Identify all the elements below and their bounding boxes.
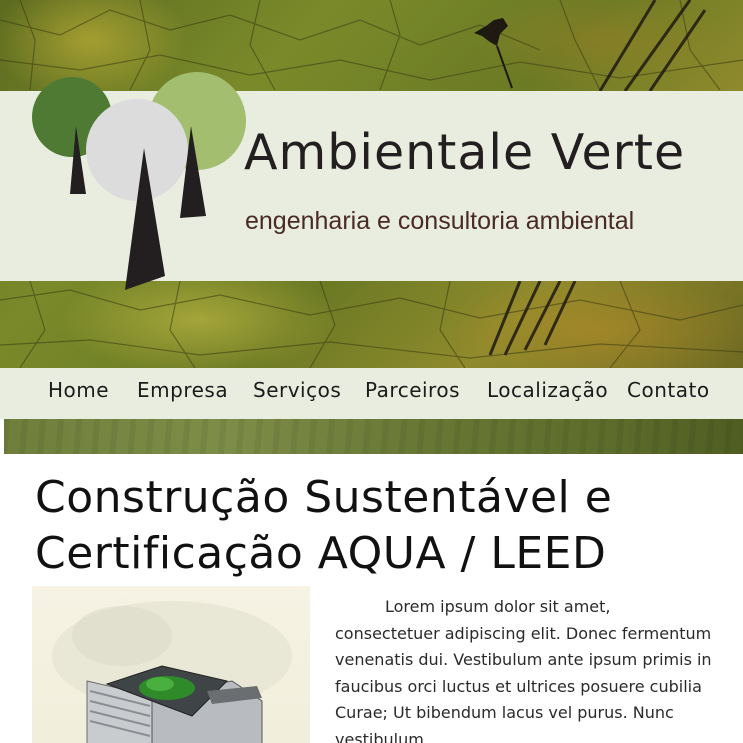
- page-title: Construção Sustentável e Certificação AQ…: [35, 472, 613, 579]
- nav-item-empresa[interactable]: Empresa: [137, 378, 228, 402]
- trees-logo-icon: [32, 72, 246, 290]
- brand-tagline: engenharia e consultoria ambiental: [245, 207, 635, 235]
- bird-icon: [474, 18, 513, 89]
- building-illustration-image: [32, 586, 310, 743]
- brand-name: Ambientale Verte: [244, 124, 686, 181]
- article-body: Lorem ipsum dolor sit amet, consectetuer…: [335, 597, 712, 743]
- article-body-text: Lorem ipsum dolor sit amet, consectetuer…: [335, 594, 715, 743]
- site-header: Ambientale Verte engenharia e consultori…: [0, 0, 743, 368]
- nav-item-servicos[interactable]: Serviços: [253, 378, 341, 402]
- main-nav: Home Empresa Serviços Parceiros Localiza…: [0, 368, 743, 419]
- nav-item-home[interactable]: Home: [48, 378, 109, 402]
- building-icon: [52, 601, 292, 743]
- decorative-strip: [4, 419, 743, 454]
- nav-item-parceiros[interactable]: Parceiros: [365, 378, 460, 402]
- nav-item-contato[interactable]: Contato: [627, 378, 710, 402]
- nav-item-localizacao[interactable]: Localização: [487, 378, 608, 402]
